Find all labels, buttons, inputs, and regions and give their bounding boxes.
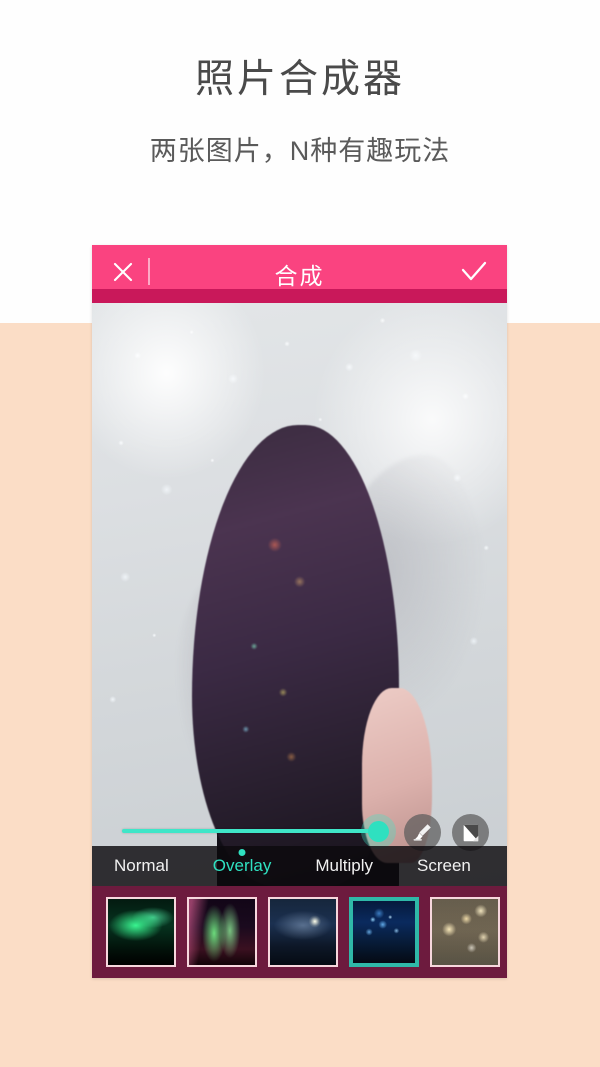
- thumbnail-blue-bokeh-stars[interactable]: [349, 897, 419, 967]
- toolbar-shadow-strip: [92, 289, 507, 303]
- close-button[interactable]: [106, 255, 140, 289]
- page-title: 照片合成器: [194, 58, 405, 101]
- thumbnail-aurora-green[interactable]: [106, 897, 176, 967]
- toolbar-title: 合成: [274, 263, 325, 289]
- check-icon: [461, 261, 487, 281]
- thumbnail-moonlit-night[interactable]: [268, 897, 338, 967]
- star-overlay-layer: [92, 303, 507, 886]
- app-toolbar: 合成: [92, 245, 507, 303]
- confirm-button[interactable]: [457, 257, 491, 287]
- opacity-slider-handle[interactable]: [368, 821, 389, 842]
- thumbnail-aurora-pink[interactable]: [187, 897, 257, 967]
- thumbnail-image: [353, 901, 415, 963]
- thumbnail-image: [189, 899, 255, 965]
- brush-icon: [413, 823, 431, 841]
- thumbnail-image: [270, 899, 336, 965]
- blend-mode-bar[interactable]: Normal Overlay Multiply Screen Ha: [92, 846, 507, 886]
- toolbar-divider: [148, 258, 150, 285]
- thumbnail-image: [432, 899, 498, 965]
- blend-mode-overlay[interactable]: Overlay: [191, 846, 294, 886]
- page-subtitle: 两张图片，N种有趣玩法: [149, 136, 451, 166]
- photo-canvas[interactable]: Normal Overlay Multiply Screen Ha: [92, 303, 507, 886]
- close-icon: [113, 262, 133, 282]
- blend-mode-multiply[interactable]: Multiply: [293, 846, 395, 886]
- blend-mode-hardlight[interactable]: Ha: [493, 846, 507, 886]
- overlay-thumbnail-tray[interactable]: [92, 886, 507, 978]
- blend-mode-screen[interactable]: Screen: [395, 846, 493, 886]
- thumbnail-gold-bokeh-lights[interactable]: [430, 897, 500, 967]
- app-screenshot-frame: 合成 Normal Overlay Multiply Screen: [92, 245, 507, 978]
- thumbnail-image: [108, 899, 174, 965]
- blend-mode-normal[interactable]: Normal: [92, 846, 191, 886]
- opacity-slider-track[interactable]: [122, 829, 380, 833]
- page-flip-icon: [463, 824, 478, 841]
